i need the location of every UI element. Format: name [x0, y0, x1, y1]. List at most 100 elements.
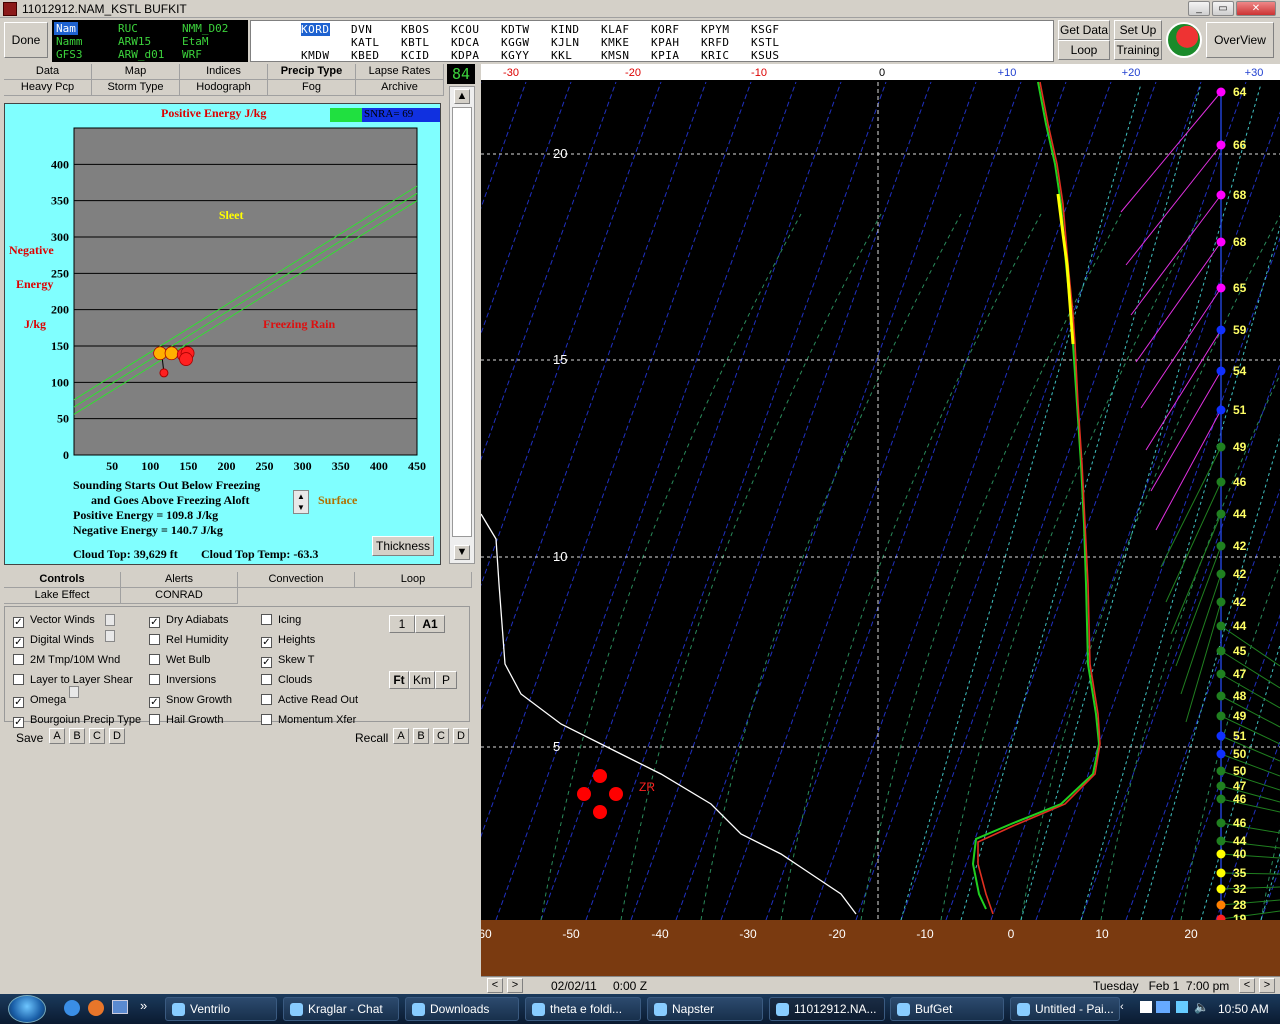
checkbox-unchecked[interactable]	[261, 714, 272, 725]
station-kbed[interactable]: KBED	[351, 49, 380, 62]
checkbox-checked[interactable]: ✓	[149, 617, 160, 628]
start-button[interactable]	[8, 995, 46, 1023]
loop-button[interactable]: Loop	[1058, 40, 1110, 60]
scroll-thumb[interactable]	[452, 107, 472, 537]
station-katl[interactable]: KATL	[351, 36, 380, 49]
units-ft-button[interactable]: Ft	[389, 671, 409, 689]
clock[interactable]: 10:50 AM	[1218, 1002, 1269, 1016]
checkbox-unchecked[interactable]	[149, 654, 160, 665]
overview-button[interactable]: OverView	[1206, 22, 1274, 58]
level-spinner[interactable]: ▲ ▼	[293, 490, 309, 514]
check-digital-winds[interactable]: ✓ Digital Winds	[13, 634, 94, 648]
tab-storm-type[interactable]: Storm Type	[92, 80, 180, 96]
station-kstl[interactable]: KSTL	[751, 36, 780, 49]
checkbox-checked[interactable]: ✓	[261, 637, 272, 648]
model-nam[interactable]: Nam	[54, 22, 78, 35]
checkbox-unchecked[interactable]	[261, 674, 272, 685]
tab-convection[interactable]: Convection	[238, 572, 355, 588]
save-slot-c[interactable]: C	[89, 728, 105, 744]
station-kpym[interactable]: KPYM	[701, 23, 730, 36]
station-kind[interactable]: KIND	[551, 23, 580, 36]
checkbox-checked[interactable]: ✓	[13, 637, 24, 648]
station-kjln[interactable]: KJLN	[551, 36, 580, 49]
recall-slot-c[interactable]: C	[433, 728, 449, 744]
tray-volume-icon[interactable]: 🔈	[1194, 1000, 1209, 1014]
checkbox-unchecked[interactable]	[13, 674, 24, 685]
station-kpah[interactable]: KPAH	[651, 36, 680, 49]
check-active-read-out[interactable]: Active Read Out	[261, 694, 358, 708]
station-kord[interactable]: KORD	[301, 23, 330, 36]
panel-a1-button[interactable]: A1	[415, 615, 445, 633]
check-snow-growth[interactable]: ✓ Snow Growth	[149, 694, 232, 708]
maximize-button[interactable]: ▭	[1212, 1, 1234, 16]
recall-slot-b[interactable]: B	[413, 728, 429, 744]
model-namm[interactable]: Namm	[56, 35, 83, 48]
show-desktop-icon[interactable]	[112, 1000, 128, 1014]
minimize-button[interactable]: _	[1188, 1, 1210, 16]
check-rel-humidity[interactable]: Rel Humidity	[149, 634, 228, 648]
panel-1-button[interactable]: 1	[389, 615, 415, 633]
check-hail-growth[interactable]: Hail Growth	[149, 714, 223, 728]
taskbar-item[interactable]: Downloads	[405, 997, 519, 1021]
taskbar-item[interactable]: 11012912.NA...	[769, 997, 885, 1021]
station-kbtl[interactable]: KBTL	[401, 36, 430, 49]
recall-slot-a[interactable]: A	[393, 728, 409, 744]
tab-alerts[interactable]: Alerts	[121, 572, 238, 588]
check-bourgoiun-precip-type[interactable]: ✓ Bourgoiun Precip Type	[13, 714, 141, 728]
thickness-button[interactable]: Thickness	[372, 536, 434, 556]
tab-map[interactable]: Map	[92, 64, 180, 80]
scroll-down-arrow-icon[interactable]: ▼	[454, 545, 470, 560]
close-button[interactable]: ✕	[1236, 1, 1276, 16]
ie-icon[interactable]	[64, 1000, 80, 1016]
checkbox-unchecked[interactable]	[149, 634, 160, 645]
tray-flag-icon[interactable]	[1140, 1001, 1152, 1013]
set-up-button[interactable]: Set Up	[1114, 20, 1162, 40]
tab-precip-type[interactable]: Precip Type	[268, 64, 356, 80]
checkbox-unchecked[interactable]	[13, 654, 24, 665]
tab-hodograph[interactable]: Hodograph	[180, 80, 268, 96]
check-heights[interactable]: ✓ Heights	[261, 634, 315, 648]
check-skew-t[interactable]: ✓ Skew T	[261, 654, 314, 668]
option-slider[interactable]	[105, 614, 115, 626]
save-slot-b[interactable]: B	[69, 728, 85, 744]
station-krfd[interactable]: KRFD	[701, 36, 730, 49]
scroll-up-arrow-icon[interactable]: ▲	[454, 89, 470, 104]
model-arw-d01[interactable]: ARW_d01	[118, 48, 164, 61]
check-icing[interactable]: Icing	[261, 614, 301, 628]
station-kmdw[interactable]: KMDW	[301, 49, 330, 62]
units-p-button[interactable]: P	[435, 671, 457, 689]
get-data-button[interactable]: Get Data	[1058, 20, 1110, 40]
model-gfs3[interactable]: GFS3	[56, 48, 83, 61]
taskbar-item[interactable]: Ventrilo	[165, 997, 277, 1021]
checkbox-checked[interactable]: ✓	[13, 617, 24, 628]
model-ruc[interactable]: RUC	[118, 22, 138, 35]
checkbox-unchecked[interactable]	[261, 694, 272, 705]
check-inversions[interactable]: Inversions	[149, 674, 216, 688]
checkbox-unchecked[interactable]	[261, 614, 272, 625]
station-kgyy[interactable]: KGYY	[501, 49, 530, 62]
station-kkl[interactable]: KKL	[551, 49, 572, 62]
logo-icon[interactable]	[1166, 22, 1202, 58]
scroll-left-arrow-icon[interactable]: <	[1239, 978, 1255, 993]
save-slot-a[interactable]: A	[49, 728, 65, 744]
checkbox-unchecked[interactable]	[149, 674, 160, 685]
station-kcid[interactable]: KCID	[401, 49, 430, 62]
checkbox-checked[interactable]: ✓	[13, 717, 24, 728]
check-2m-tmp-10m-wnd[interactable]: 2M Tmp/10M Wnd	[13, 654, 120, 668]
option-slider[interactable]	[69, 686, 79, 698]
tab-data[interactable]: Data	[4, 64, 92, 80]
tray-monitor-icon[interactable]	[1176, 1001, 1188, 1013]
station-kcou[interactable]: KCOU	[451, 23, 480, 36]
tray-chevron-icon[interactable]: ‹	[1120, 1001, 1124, 1013]
checkbox-checked[interactable]: ✓	[261, 657, 272, 668]
save-slot-d[interactable]: D	[109, 728, 125, 744]
tab-loop[interactable]: Loop	[355, 572, 472, 588]
tab-lapse-rates[interactable]: Lapse Rates	[356, 64, 444, 80]
units-km-button[interactable]: Km	[409, 671, 435, 689]
station-kdtw[interactable]: KDTW	[501, 23, 530, 36]
station-kbos[interactable]: KBOS	[401, 23, 430, 36]
recall-slot-d[interactable]: D	[453, 728, 469, 744]
tab-heavy-pcp[interactable]: Heavy Pcp	[4, 80, 92, 96]
model-arw15[interactable]: ARW15	[118, 35, 151, 48]
check-vector-winds[interactable]: ✓ Vector Winds	[13, 614, 95, 628]
